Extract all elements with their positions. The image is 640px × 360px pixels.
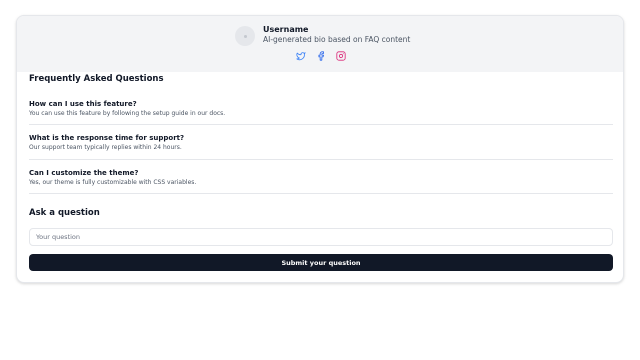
ask-question-title: Ask a question [29,208,100,218]
instagram-icon[interactable] [336,51,346,61]
avatar [235,26,255,46]
profile-header: Username AI-generated bio based on FAQ c… [17,16,623,72]
faq-question: How can I use this feature? [29,100,137,108]
faq-question: What is the response time for support? [29,134,185,142]
submit-question-button[interactable]: Submit your question [29,254,613,271]
username: Username [263,25,309,34]
faq-answer: Our support team typically replies withi… [29,144,182,151]
faq-question: Can I customize the theme? [29,169,139,177]
faq-answer: You can use this feature by following th… [29,110,226,117]
avatar-placeholder-icon [243,34,247,38]
question-input[interactable] [29,228,613,246]
faq-item: How can I use this feature? You can use … [29,100,613,125]
bio: AI-generated bio based on FAQ content [263,35,411,44]
twitter-icon[interactable] [296,51,306,61]
profile-card: Username AI-generated bio based on FAQ c… [16,15,624,283]
faq-title: Frequently Asked Questions [29,74,164,84]
faq-item: Can I customize the theme? Yes, our them… [29,169,613,194]
faq-item: What is the response time for support? O… [29,134,613,160]
faq-answer: Yes, our theme is fully customizable wit… [29,179,197,186]
facebook-icon[interactable] [316,51,326,61]
